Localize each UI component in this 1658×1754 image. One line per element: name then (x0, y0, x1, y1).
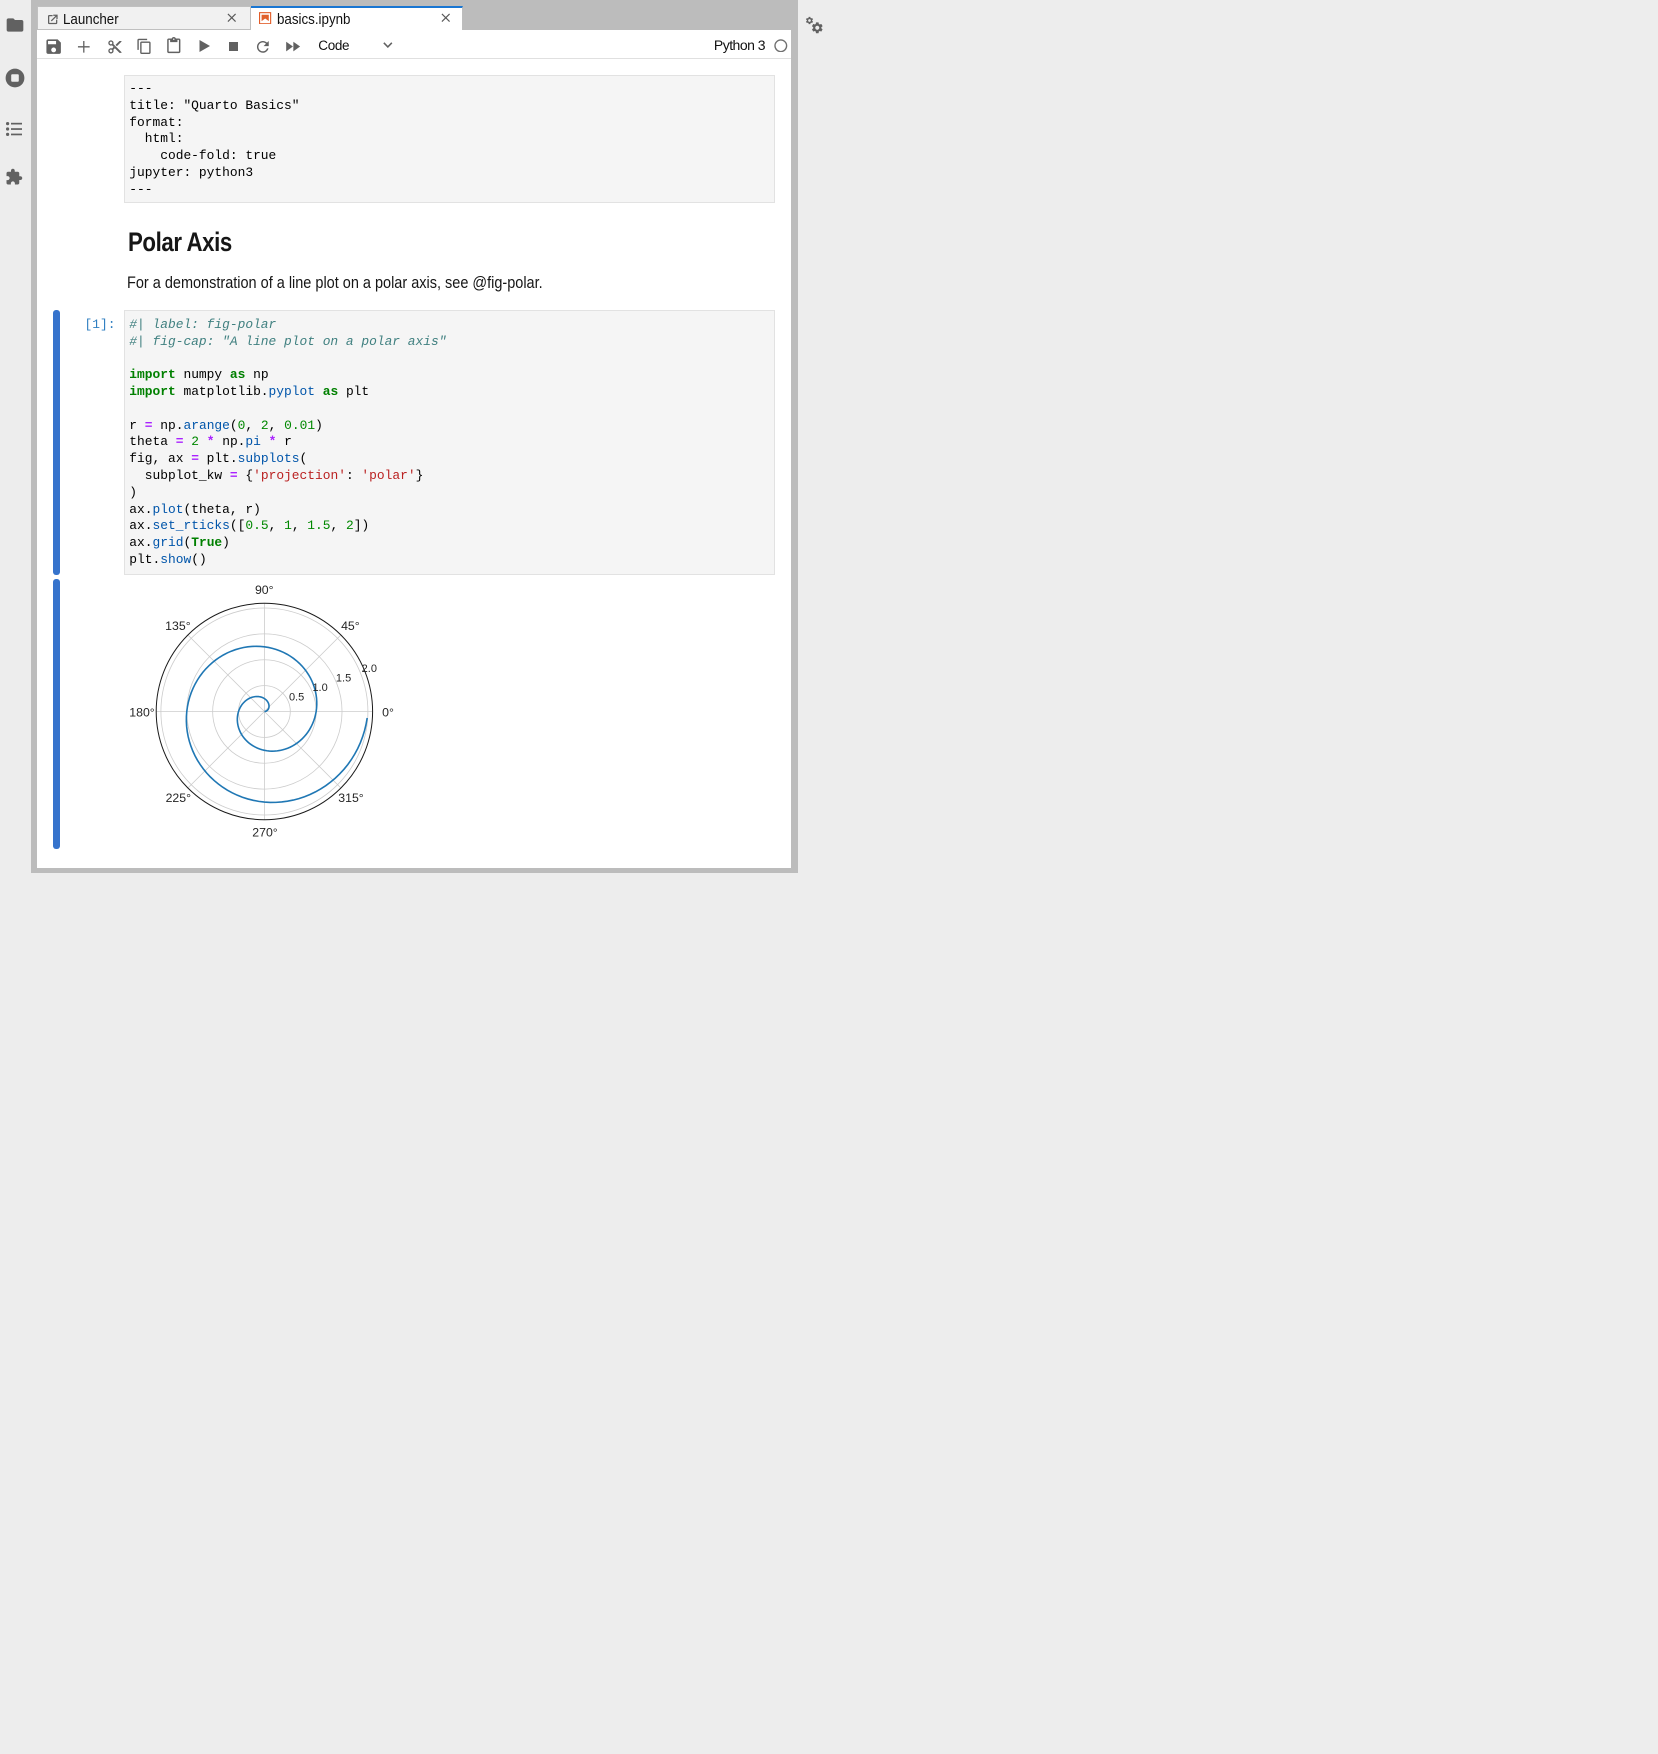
svg-text:225°: 225° (166, 791, 192, 805)
svg-text:90°: 90° (255, 583, 274, 597)
svg-text:0°: 0° (382, 706, 394, 720)
svg-text:1.0: 1.0 (312, 682, 327, 694)
svg-text:135°: 135° (165, 619, 191, 633)
svg-text:180°: 180° (129, 706, 155, 720)
svg-text:1.5: 1.5 (336, 673, 351, 685)
svg-text:2.0: 2.0 (362, 663, 377, 675)
svg-text:45°: 45° (341, 619, 360, 633)
svg-text:0.5: 0.5 (289, 691, 304, 703)
svg-text:315°: 315° (338, 791, 364, 805)
svg-text:270°: 270° (252, 825, 278, 839)
